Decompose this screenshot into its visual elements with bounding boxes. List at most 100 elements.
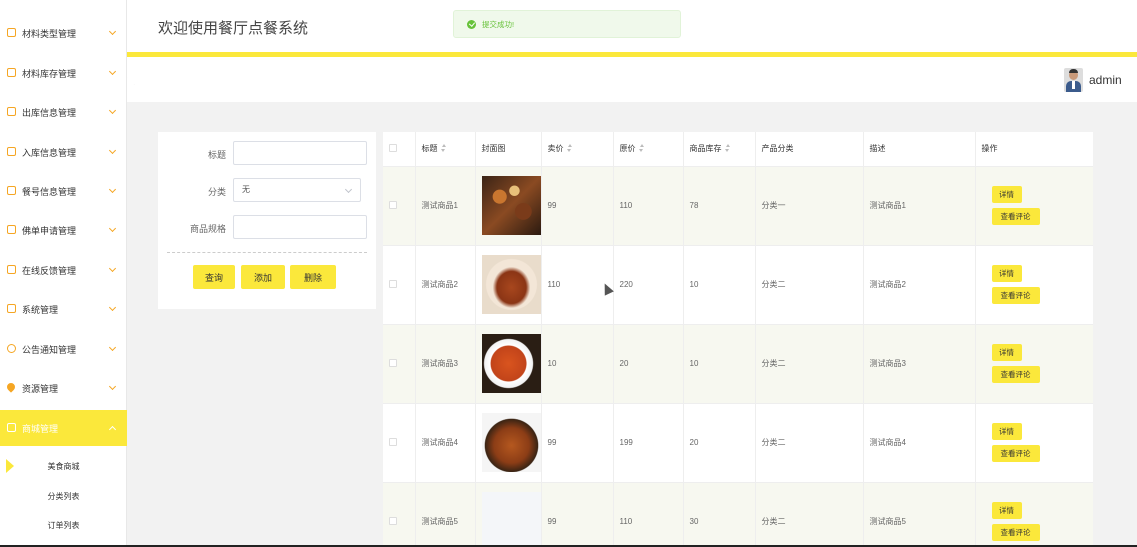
sidebar-item-feedback[interactable]: 在线反馈管理	[0, 252, 127, 288]
column-header[interactable]: 原价	[613, 132, 684, 167]
sidebar-item-material-stock[interactable]: 材料库存管理	[0, 55, 127, 91]
sidebar-item-label: 在线反馈管理	[22, 265, 77, 276]
column-header: 产品分类	[755, 132, 864, 167]
table-row: 测试商品3 10 20 10 分类二 测试商品3 详情 查看评论	[383, 324, 1093, 404]
select-all-checkbox[interactable]	[389, 143, 397, 152]
chevron-down-icon	[108, 303, 117, 312]
sidebar-subitem-label: 美食商城	[47, 461, 80, 471]
detail-button[interactable]: 详情	[991, 265, 1022, 282]
success-toast: 提交成功!	[453, 10, 681, 38]
avatar[interactable]	[1064, 68, 1083, 92]
stock-cell: 78	[683, 166, 756, 246]
column-header[interactable]: 商品库存	[683, 132, 756, 167]
actions-cell: 详情 查看评论	[975, 403, 1093, 483]
sidebar-subitem-label: 分类列表	[47, 491, 80, 501]
add-button[interactable]: 添加	[241, 265, 285, 289]
food-image[interactable]	[481, 413, 541, 472]
sort-icon[interactable]	[567, 144, 572, 153]
column-header: 操作	[975, 132, 1093, 167]
sidebar-item-material-type[interactable]: 材料类型管理	[0, 15, 127, 51]
edit-icon	[7, 265, 16, 274]
table-row: 测试商品5 99 110 30 分类二 测试商品5 详情 查看评论	[383, 482, 1093, 547]
food-image[interactable]	[481, 334, 541, 393]
sidebar-item-meal-number[interactable]: 餐号信息管理	[0, 173, 127, 209]
row-checkbox[interactable]	[389, 279, 397, 288]
sidebar-subitem-label: 订单列表	[47, 520, 80, 530]
select-all-cell	[383, 132, 416, 167]
sidebar: 材料类型管理 材料库存管理 出库信息管理 入库信息管理 餐号信息管理 佛单申请管…	[0, 0, 127, 547]
edit-icon	[7, 225, 16, 234]
sidebar-item-system[interactable]: 系统管理	[0, 291, 127, 327]
chevron-down-icon	[108, 146, 117, 155]
sidebar-item-application[interactable]: 佛单申请管理	[0, 212, 127, 248]
cover-image-cell	[475, 324, 542, 404]
chevron-down-icon	[108, 27, 117, 36]
column-header: 封面图	[475, 132, 542, 167]
category-select[interactable]: 无	[233, 178, 361, 202]
username[interactable]: admin	[1089, 73, 1122, 87]
column-header[interactable]: 标题	[415, 132, 476, 167]
spec-input[interactable]	[233, 215, 367, 239]
view-comments-button[interactable]: 查看评论	[991, 524, 1040, 541]
chevron-down-icon	[108, 382, 117, 391]
edit-icon	[7, 147, 16, 156]
picture-icon	[7, 304, 16, 313]
category-label: 分类	[207, 187, 226, 197]
row-checkbox[interactable]	[389, 358, 397, 367]
view-comments-button[interactable]: 查看评论	[991, 366, 1040, 383]
search-panel: 标题 分类 无 商品规格 查询 添加 删除	[158, 132, 376, 309]
actions-cell: 详情 查看评论	[975, 166, 1093, 246]
sidebar-item-label: 佛单申请管理	[22, 225, 77, 236]
sidebar-subitem-category-list[interactable]: 分类列表	[0, 481, 127, 511]
delete-button[interactable]: 删除	[290, 265, 336, 289]
sidebar-item-announcement[interactable]: 公告通知管理	[0, 331, 127, 367]
row-checkbox[interactable]	[389, 516, 397, 525]
sort-icon[interactable]	[725, 144, 730, 153]
sidebar-subitem-food-mall[interactable]: 美食商城	[0, 451, 127, 481]
cover-image-cell	[475, 245, 542, 325]
query-button[interactable]: 查询	[193, 265, 235, 289]
price-cell: 99	[541, 403, 614, 483]
view-comments-button[interactable]: 查看评论	[991, 445, 1040, 462]
row-checkbox[interactable]	[389, 200, 397, 209]
description-cell: 测试商品2	[863, 245, 976, 325]
active-marker-icon	[6, 459, 14, 473]
food-image[interactable]	[481, 492, 541, 547]
chevron-down-icon	[108, 106, 117, 115]
original-price-cell: 110	[613, 482, 684, 547]
check-circle-icon	[467, 19, 476, 29]
category-cell: 分类一	[755, 166, 864, 246]
category-cell: 分类二	[755, 245, 864, 325]
detail-button[interactable]: 详情	[991, 502, 1022, 519]
description-cell: 测试商品5	[863, 482, 976, 547]
sort-icon[interactable]	[639, 144, 644, 153]
row-checkbox[interactable]	[389, 437, 397, 446]
sidebar-item-mall[interactable]: 商城管理	[0, 410, 127, 446]
sidebar-item-inbound[interactable]: 入库信息管理	[0, 134, 127, 170]
row-select-cell	[383, 324, 416, 404]
sidebar-subitem-order-list[interactable]: 订单列表	[0, 510, 127, 540]
column-header[interactable]: 卖价	[541, 132, 614, 167]
sort-icon[interactable]	[441, 144, 446, 153]
view-comments-button[interactable]: 查看评论	[991, 287, 1040, 304]
chevron-down-icon	[108, 185, 117, 194]
detail-button[interactable]: 详情	[991, 344, 1022, 361]
sidebar-item-outbound[interactable]: 出库信息管理	[0, 94, 127, 130]
food-image[interactable]	[481, 255, 541, 314]
title-cell: 测试商品4	[415, 403, 476, 483]
sidebar-item-label: 出库信息管理	[22, 107, 77, 118]
avatar-hair	[1069, 69, 1078, 73]
price-cell: 99	[541, 482, 614, 547]
page-fold-icon	[127, 57, 153, 85]
original-price-cell: 220	[613, 245, 684, 325]
edit-icon	[7, 28, 16, 37]
view-comments-button[interactable]: 查看评论	[991, 208, 1040, 225]
detail-button[interactable]: 详情	[991, 186, 1022, 203]
sidebar-item-resources[interactable]: 资源管理	[0, 370, 127, 406]
divider	[167, 252, 367, 253]
detail-button[interactable]: 详情	[991, 423, 1022, 440]
food-image[interactable]	[481, 176, 541, 235]
title-input[interactable]	[233, 141, 367, 165]
original-price-cell: 110	[613, 166, 684, 246]
sidebar-item-label: 材料类型管理	[22, 28, 77, 39]
